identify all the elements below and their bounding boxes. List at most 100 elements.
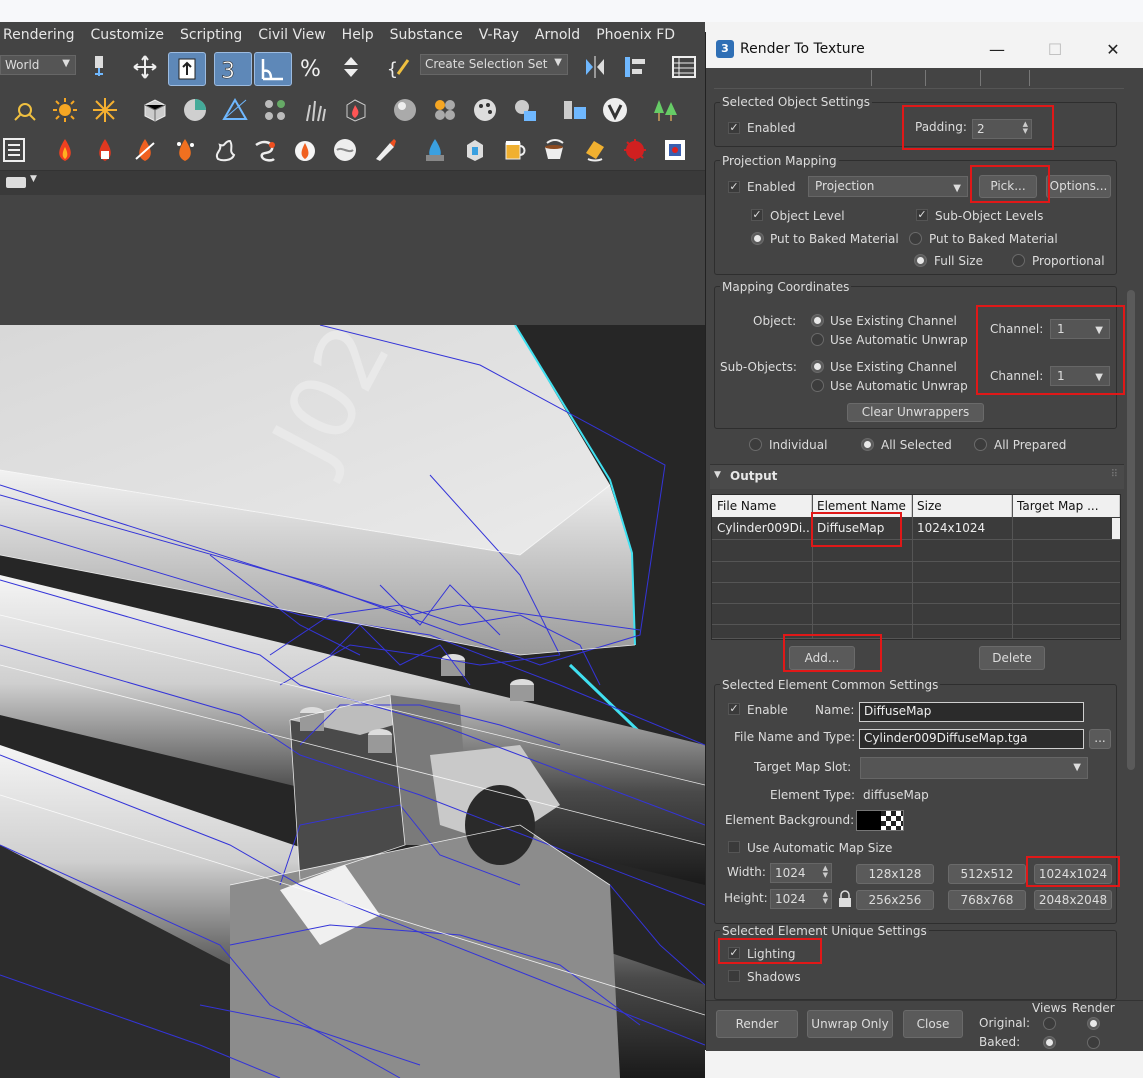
menu-help[interactable]: Help: [334, 27, 382, 43]
column-header-target-map[interactable]: Target Map ...: [1012, 495, 1120, 517]
material-editor-icon[interactable]: [512, 97, 538, 123]
splash-icon[interactable]: [622, 137, 648, 163]
baked-render-radio[interactable]: [1087, 1036, 1100, 1049]
name-field[interactable]: DiffuseMap: [859, 702, 1084, 722]
proportional-radio[interactable]: [1012, 254, 1025, 267]
percent-snap-icon[interactable]: %: [299, 54, 325, 82]
projector-icon[interactable]: [222, 97, 248, 123]
reference-coord-dropdown[interactable]: World ▼: [0, 55, 76, 75]
grid-objects-icon[interactable]: [262, 97, 288, 123]
all-prepared-radio[interactable]: [974, 438, 987, 451]
object-enabled-checkbox[interactable]: ✓: [728, 122, 740, 134]
pour-icon[interactable]: [582, 137, 608, 163]
selection-set-dropdown[interactable]: Create Selection Set ▼: [420, 54, 568, 75]
clear-unwrappers-button[interactable]: Clear Unwrappers: [847, 403, 984, 422]
column-header-file-name[interactable]: File Name: [712, 495, 812, 517]
list-icon[interactable]: [2, 137, 28, 163]
foam-icon[interactable]: [332, 137, 358, 163]
menu-arnold[interactable]: Arnold: [527, 27, 588, 43]
size-2048-button[interactable]: 2048x2048: [1034, 890, 1112, 910]
flame-drop-icon[interactable]: [292, 137, 318, 163]
table-row[interactable]: [712, 540, 1120, 562]
output-rollout-header[interactable]: ▼ Output ⠿: [710, 464, 1124, 489]
use-existing-radio-object[interactable]: [811, 314, 824, 327]
use-existing-radio-subobject[interactable]: [811, 360, 824, 373]
chevron-down-icon[interactable]: ▼: [30, 174, 37, 184]
pivot-icon[interactable]: [86, 54, 112, 80]
size-768-button[interactable]: 768x768: [948, 890, 1026, 910]
viewport[interactable]: J02: [0, 325, 705, 1078]
shadows-checkbox[interactable]: [728, 970, 740, 982]
sun-icon[interactable]: [52, 97, 78, 123]
width-spinner[interactable]: 1024 ▲ ▼: [770, 863, 832, 883]
table-row[interactable]: [712, 561, 1120, 583]
minimize-icon[interactable]: —: [982, 38, 1012, 62]
options-button[interactable]: Options...: [1046, 175, 1111, 198]
palette-icon[interactable]: [472, 97, 498, 123]
render-setup-icon[interactable]: [562, 97, 588, 123]
menu-customize[interactable]: Customize: [83, 27, 173, 43]
size-128-button[interactable]: 128x128: [856, 864, 934, 884]
cup-icon[interactable]: [542, 137, 568, 163]
table-row[interactable]: [712, 582, 1120, 604]
all-selected-radio[interactable]: [861, 438, 874, 451]
target-map-slot-dropdown[interactable]: ▼: [860, 757, 1088, 779]
layer-explorer-icon[interactable]: [671, 54, 697, 80]
light-icon[interactable]: [12, 97, 38, 123]
file-name-field[interactable]: Cylinder009DiffuseMap.tga: [859, 729, 1084, 749]
fire-source-icon[interactable]: [52, 137, 78, 163]
menu-scripting[interactable]: Scripting: [172, 27, 250, 43]
spinner-arrows-icon[interactable]: ▲ ▼: [823, 865, 828, 879]
individual-radio[interactable]: [749, 438, 762, 451]
material-sphere-icon[interactable]: [392, 97, 418, 123]
delete-button[interactable]: Delete: [979, 646, 1045, 670]
column-header-size[interactable]: Size: [912, 495, 1012, 517]
align-icon[interactable]: [622, 54, 648, 80]
swirl-icon[interactable]: [252, 137, 278, 163]
menu-phoenix-fd[interactable]: Phoenix FD: [588, 27, 683, 43]
vray-icon[interactable]: [602, 97, 628, 123]
render-button[interactable]: Render: [716, 1010, 798, 1038]
spinner-arrows-icon[interactable]: ▲ ▼: [823, 891, 828, 905]
dialog-titlebar[interactable]: 3 Render To Texture — ☐ ✕: [706, 32, 1143, 68]
dialog-scrollbar[interactable]: [1127, 290, 1135, 770]
browse-button[interactable]: ...: [1089, 729, 1111, 749]
mirror-icon[interactable]: [582, 54, 608, 80]
snap-3d-button[interactable]: 3: [214, 52, 252, 86]
move-icon[interactable]: [132, 54, 158, 80]
fire-cube-icon[interactable]: [342, 97, 368, 123]
projection-enabled-checkbox[interactable]: ✓: [728, 181, 740, 193]
lock-icon[interactable]: [838, 890, 852, 908]
fire-simulator-icon[interactable]: [92, 137, 118, 163]
put-to-baked-radio-1[interactable]: [751, 232, 764, 245]
fire-emitter-icon[interactable]: [132, 137, 158, 163]
size-512-button[interactable]: 512x512: [948, 864, 1026, 884]
angle-snap-button[interactable]: [254, 52, 292, 86]
original-views-radio[interactable]: [1043, 1017, 1056, 1030]
phoenix-cube-icon[interactable]: [662, 137, 688, 163]
menu-civil-view[interactable]: Civil View: [250, 27, 333, 43]
unwrap-only-button[interactable]: Unwrap Only: [807, 1010, 893, 1038]
select-object-button[interactable]: [168, 52, 206, 86]
use-auto-radio-object[interactable]: [811, 333, 824, 346]
table-row[interactable]: [712, 603, 1120, 625]
maximize-icon[interactable]: ☐: [1040, 38, 1070, 62]
box-icon[interactable]: [142, 97, 168, 123]
menu-substance[interactable]: Substance: [382, 27, 471, 43]
background-color-swatch[interactable]: [856, 810, 904, 831]
auto-map-size-checkbox[interactable]: [728, 841, 740, 853]
menu-vray[interactable]: V-Ray: [471, 27, 527, 43]
put-to-baked-radio-2[interactable]: [909, 232, 922, 245]
mug-icon[interactable]: [502, 137, 528, 163]
original-render-radio[interactable]: [1087, 1017, 1100, 1030]
grass-icon[interactable]: [302, 97, 328, 123]
table-row[interactable]: Cylinder009Di... DiffuseMap 1024x1024: [712, 518, 1120, 540]
height-spinner[interactable]: 1024 ▲ ▼: [770, 889, 832, 909]
spinner-snap-icon[interactable]: [338, 54, 364, 80]
size-256-button[interactable]: 256x256: [856, 890, 934, 910]
full-size-radio[interactable]: [914, 254, 927, 267]
brush-icon[interactable]: [372, 137, 398, 163]
table-row[interactable]: [712, 624, 1120, 639]
menu-rendering[interactable]: Rendering: [0, 27, 83, 43]
element-enable-checkbox[interactable]: ✓: [728, 703, 740, 715]
